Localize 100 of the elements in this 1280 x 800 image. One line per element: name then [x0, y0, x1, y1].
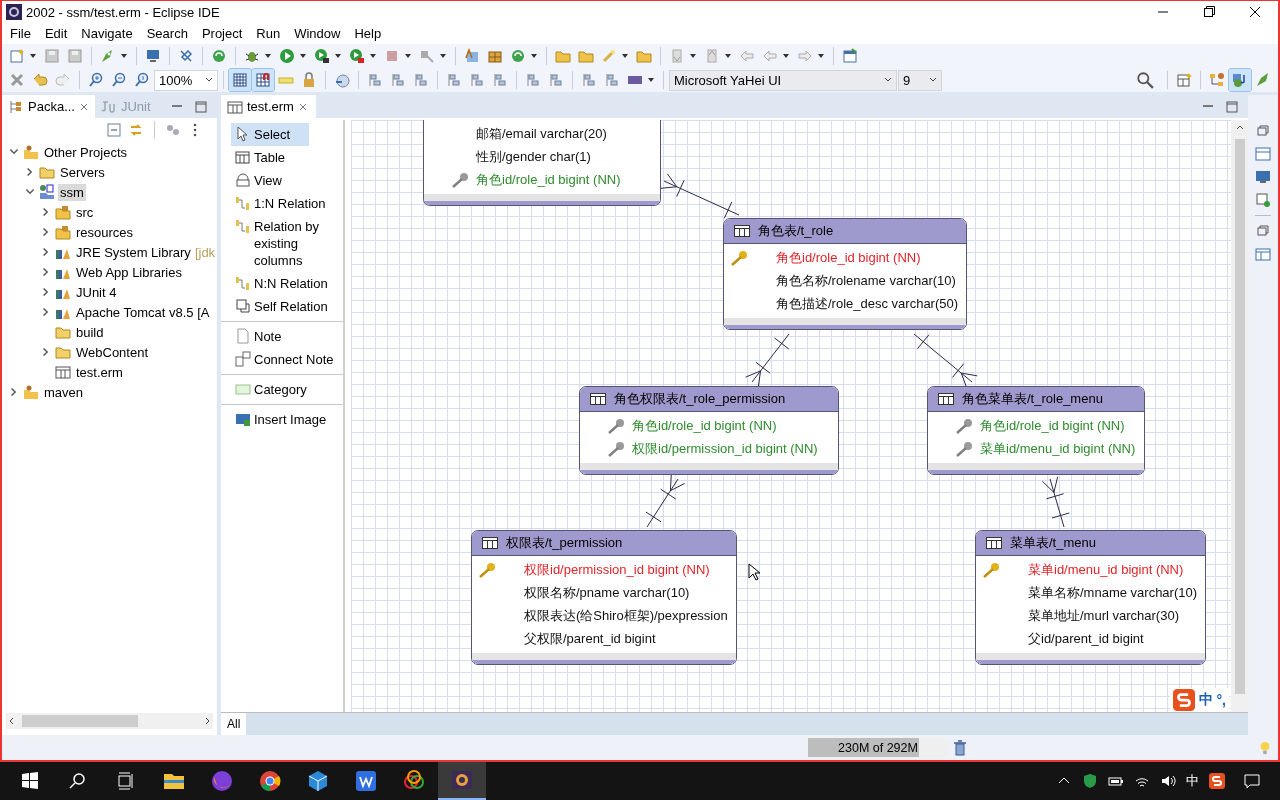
caret-icon[interactable]: [369, 52, 377, 60]
servers-icon[interactable]: [1255, 192, 1271, 208]
palette-item[interactable]: Table: [231, 146, 290, 169]
caret-icon[interactable]: [439, 52, 447, 60]
menu-item[interactable]: Run: [250, 26, 289, 41]
menu-item[interactable]: Project: [195, 26, 251, 41]
palette-item[interactable]: N:N Relation: [231, 272, 332, 295]
caret-icon[interactable]: [817, 52, 825, 60]
menu-item[interactable]: Window: [288, 26, 349, 41]
ime-mode[interactable]: 中: [1198, 691, 1213, 709]
folder-icon: [55, 224, 71, 240]
menu-item[interactable]: Search: [140, 26, 196, 41]
zoom-out-icon: [111, 72, 127, 88]
relation-line[interactable]: [913, 333, 978, 389]
menu-item[interactable]: Navigate: [75, 26, 141, 41]
palette-item[interactable]: Note: [231, 325, 286, 348]
caret-icon[interactable]: [621, 52, 629, 60]
zoom-dropdown[interactable]: 100%: [154, 69, 218, 91]
snap-grid-button[interactable]: [252, 69, 274, 91]
taskbar-app-button[interactable]: [438, 762, 486, 800]
caret-icon[interactable]: [120, 52, 128, 60]
perspective-button[interactable]: [1229, 69, 1251, 91]
view-tab[interactable]: Packa...: [2, 95, 95, 118]
diagram-tab[interactable]: All: [221, 713, 247, 735]
maximize-icon[interactable]: [193, 98, 209, 115]
caret-icon[interactable]: [29, 52, 37, 60]
tree-item[interactable]: Apache Tomcat v8.5 [A: [74, 303, 212, 321]
align-icon: [548, 72, 564, 88]
caret-icon[interactable]: [334, 52, 342, 60]
notification-icon[interactable]: [1244, 773, 1260, 789]
palette-item[interactable]: Connect Note: [231, 348, 338, 371]
relation-line[interactable]: [660, 173, 740, 219]
ime-logo-icon[interactable]: [1209, 773, 1225, 789]
tree-item[interactable]: maven: [42, 383, 86, 401]
tree-item[interactable]: WebContent: [74, 343, 151, 361]
task-view-icon[interactable]: [116, 771, 136, 791]
vertical-scrollbar[interactable]: [1231, 120, 1248, 712]
trash-icon[interactable]: [952, 739, 968, 756]
palette-item[interactable]: Self Relation: [231, 295, 332, 318]
caret-icon[interactable]: [404, 52, 412, 60]
tree-item[interactable]: resources: [74, 223, 136, 241]
caret-icon[interactable]: [647, 76, 655, 84]
relation-line[interactable]: [645, 474, 686, 528]
caret-icon[interactable]: [299, 52, 307, 60]
table-entity[interactable]: 菜单表/t_menu 菜单id/menu_id bigint (NN) 菜单名称/mname varchar(10) 菜单地址/murl varchar(30) 父id/parent_id bigint: [975, 530, 1207, 665]
tree-item[interactable]: JRE System Library: [74, 243, 193, 261]
tree-item[interactable]: build: [74, 323, 106, 341]
speaker-icon[interactable]: [1160, 773, 1176, 789]
horizontal-scrollbar[interactable]: [6, 713, 213, 729]
menu-item[interactable]: File: [4, 26, 39, 41]
collapse-all-icon[interactable]: [106, 122, 122, 138]
table-entity[interactable]: 角色表/t_role 角色id/role_id bigint (NN) 角色名称/rolename varchar(10) 角色描述/role_desc varchar(50): [723, 218, 968, 330]
tree-item[interactable]: src: [74, 203, 96, 221]
table-icon: [55, 364, 71, 380]
console-icon[interactable]: [1255, 169, 1271, 185]
input-method-indicator[interactable]: 中: [1186, 772, 1199, 790]
tree-item[interactable]: Other Projects: [42, 143, 130, 161]
column-text: 菜单名称/mname varchar(10): [1028, 583, 1198, 602]
caret-icon[interactable]: [724, 52, 732, 60]
zoom-in-icon: [88, 72, 104, 88]
table-entity[interactable]: 权限表/t_permission 权限id/permission_id bigint (NN) 权限名称/pname varchar(10) 权限表达(给Shiro框架)/pexpression 父权限/parent_id bigint: [471, 530, 737, 665]
table-entity[interactable]: 角色菜单表/t_role_menu 角色id/role_id bigint (NN) 菜单id/menu_id bigint (NN): [927, 386, 1145, 475]
palette-item[interactable]: Relation by existing columns: [231, 215, 347, 272]
menu-item[interactable]: Edit: [38, 26, 76, 41]
editor-tab[interactable]: test.erm: [221, 95, 316, 118]
shield-icon[interactable]: [1082, 773, 1098, 789]
close-icon[interactable]: [297, 101, 308, 112]
ime-toolbar[interactable]: 中 °,: [1169, 688, 1229, 712]
tree-item[interactable]: Servers: [58, 163, 107, 181]
table-entity[interactable]: 角色权限表/t_role_permission 角色id/role_id bigint (NN) 权限id/permission_id bigint (NN): [579, 386, 839, 475]
ime-punctuation[interactable]: °,: [1216, 692, 1226, 708]
folder-icon: [23, 144, 39, 160]
grid-button[interactable]: [229, 69, 251, 91]
table-entity[interactable]: 邮箱/email varchar(20) 性别/gender char(1) 角色id/role_id bigint (NN): [423, 120, 661, 206]
relation-line[interactable]: [1041, 476, 1070, 528]
delete-icon: [9, 72, 25, 88]
caret-icon[interactable]: [782, 52, 790, 60]
palette-item[interactable]: View: [231, 169, 286, 192]
search-icon[interactable]: [68, 771, 88, 791]
tree-item[interactable]: Web App Libraries: [74, 263, 184, 281]
palette-item[interactable]: Insert Image: [231, 408, 331, 431]
palette-item[interactable]: Select: [231, 123, 309, 146]
caret-icon[interactable]: [264, 52, 272, 60]
windows-start-icon[interactable]: [20, 771, 40, 791]
palette-item[interactable]: Category: [231, 378, 311, 401]
palette-item[interactable]: 1:N Relation: [231, 192, 330, 215]
table-icon[interactable]: [1255, 246, 1271, 262]
caret-icon[interactable]: [689, 52, 697, 60]
close-icon[interactable]: [78, 101, 89, 112]
font-size-dropdown[interactable]: 9: [898, 69, 942, 91]
maximize-icon[interactable]: [1224, 98, 1240, 115]
caret-icon[interactable]: [530, 52, 538, 60]
tree-item[interactable]: JUnit 4: [74, 283, 119, 301]
relation-line[interactable]: [745, 333, 790, 388]
tree-item[interactable]: test.erm: [74, 363, 125, 381]
view-icon[interactable]: [1255, 146, 1271, 162]
tree-item[interactable]: ssm: [58, 183, 86, 201]
menu-item[interactable]: Help: [348, 26, 390, 41]
search-icon[interactable]: [1136, 71, 1154, 89]
font-dropdown[interactable]: Microsoft YaHei UI: [669, 69, 897, 91]
